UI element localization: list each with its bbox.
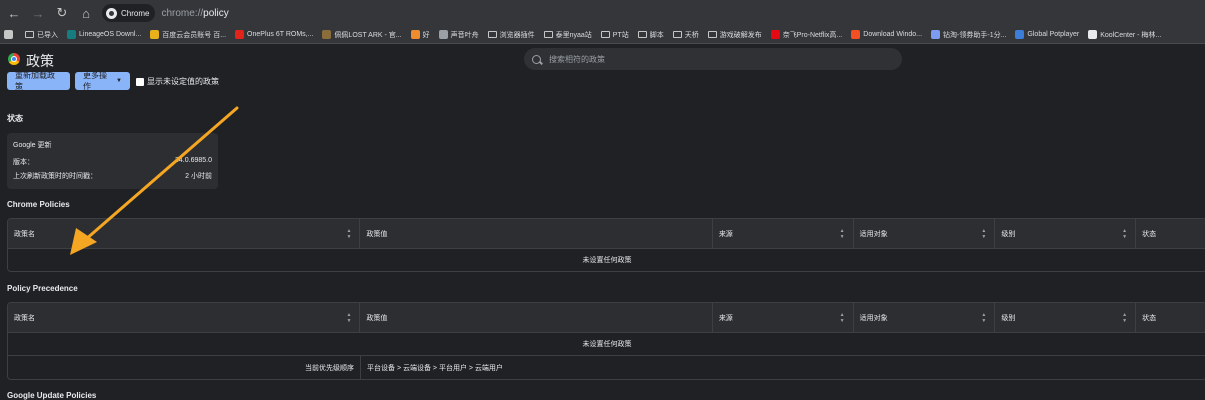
bookmark-label: 浏览器插件: [499, 31, 535, 39]
bookmark-item[interactable]: LineageOS Downl...: [63, 30, 146, 39]
folder-icon: [707, 31, 717, 38]
bookmark-label: 脚本: [649, 31, 664, 39]
bookmarks-bar: 已导入 LineageOS Downl... 百度云会员账号 百... OnePlus…: [0, 26, 1205, 44]
bookmark-label: 佩佩LOST ARK - 官...: [334, 31, 402, 39]
url-scheme: chrome://: [161, 7, 204, 19]
diamond-icon: [931, 30, 941, 39]
bookmark-label: 已导入: [37, 31, 58, 39]
apps-grid-icon: [4, 30, 13, 39]
policy-page: 政策 重新加载政策 更多操作▼ 显示未设定值的政策 状态 Google 更新 版…: [0, 45, 1205, 400]
bookmark-item[interactable]: OnePlus 6T ROMs,...: [231, 30, 318, 39]
reload-icon: ↻: [56, 5, 68, 20]
bookmark-item[interactable]: [0, 30, 21, 39]
chrome-icon: [106, 7, 117, 19]
bookmark-item[interactable]: 佩佩LOST ARK - 官...: [318, 30, 406, 40]
baidu-icon: [150, 30, 160, 39]
folder-icon: [487, 31, 497, 38]
bookmark-item[interactable]: PT站: [597, 30, 634, 40]
koolcenter-icon: [1088, 30, 1098, 39]
bookmark-item[interactable]: KoolCenter - 梅林...: [1084, 30, 1166, 40]
back-arrow-icon: ←: [7, 5, 21, 21]
bookmark-label: 钻淘-领券助手-1分...: [943, 31, 1007, 39]
home-icon: ⌂: [82, 5, 90, 21]
bookmark-item[interactable]: 天桥: [669, 30, 704, 40]
bookmark-label: Global Potplayer: [1027, 31, 1080, 38]
bookmark-item[interactable]: 奈飞Pro-Netflix高...: [767, 30, 848, 40]
bookmark-item[interactable]: 好: [407, 30, 435, 40]
bookmark-item[interactable]: Global Potplayer: [1011, 30, 1084, 39]
browser-toolbar: ← → ↻ ⌂ Chrome chrome://policy: [0, 0, 1205, 26]
reload-button[interactable]: ↻: [52, 3, 72, 23]
back-button[interactable]: ←: [4, 3, 24, 23]
bookmark-label: KoolCenter - 梅林...: [1100, 31, 1162, 39]
bookmark-label: LineageOS Downl...: [79, 31, 142, 38]
windows-icon: [851, 30, 861, 39]
bookmark-item[interactable]: 已导入: [21, 30, 63, 40]
address-bar[interactable]: chrome://policy: [161, 8, 228, 19]
forward-button[interactable]: →: [28, 3, 48, 23]
home-button[interactable]: ⌂: [76, 3, 96, 23]
annotation-arrow-icon: [70, 106, 239, 255]
potplayer-icon: [1015, 30, 1025, 39]
bookmark-item[interactable]: 泰里nyaa站: [540, 30, 597, 40]
url-path: policy: [203, 7, 229, 19]
folder-icon: [672, 31, 682, 38]
bookmark-item[interactable]: 脚本: [634, 30, 669, 40]
bookmark-item[interactable]: 浏览器插件: [484, 30, 540, 40]
site-info-chip[interactable]: Chrome: [102, 4, 156, 22]
arrow-shaft: [83, 106, 239, 242]
bookmark-label: 游戏破解发布: [719, 31, 762, 39]
bookmark-label: OnePlus 6T ROMs,...: [247, 31, 314, 38]
bookmark-label: 泰里nyaa站: [555, 31, 592, 39]
bookmark-label: 奈飞Pro-Netflix高...: [782, 31, 843, 39]
bookmark-item[interactable]: 声音叶舟: [435, 30, 484, 40]
bookmark-label: 好: [422, 31, 430, 39]
lineage-icon: [67, 30, 76, 39]
folder-icon: [25, 31, 34, 38]
bookmark-label: 声音叶舟: [450, 31, 479, 39]
bookmark-label: 百度云会员账号 百...: [162, 31, 227, 39]
gear-icon: [438, 30, 448, 39]
oneplus-icon: [235, 30, 245, 39]
bookmark-item[interactable]: 百度云会员账号 百...: [146, 30, 231, 40]
forward-arrow-icon: →: [31, 5, 45, 21]
folder-icon: [637, 31, 647, 38]
folder-icon: [543, 31, 553, 38]
netflix-icon: [770, 30, 780, 39]
bookmark-label: Download Windo...: [863, 31, 923, 38]
folder-icon: [600, 31, 610, 38]
bookmark-label: 天桥: [684, 31, 699, 39]
bookmark-item[interactable]: 钻淘-领券助手-1分...: [927, 30, 1011, 40]
site-info-label: Chrome: [121, 8, 150, 18]
bookmark-item[interactable]: 游戏破解发布: [704, 30, 767, 40]
bookmark-icon: [410, 30, 420, 39]
lostark-icon: [322, 30, 332, 39]
bookmark-label: PT站: [612, 31, 629, 39]
bookmark-item[interactable]: Download Windo...: [847, 30, 927, 39]
